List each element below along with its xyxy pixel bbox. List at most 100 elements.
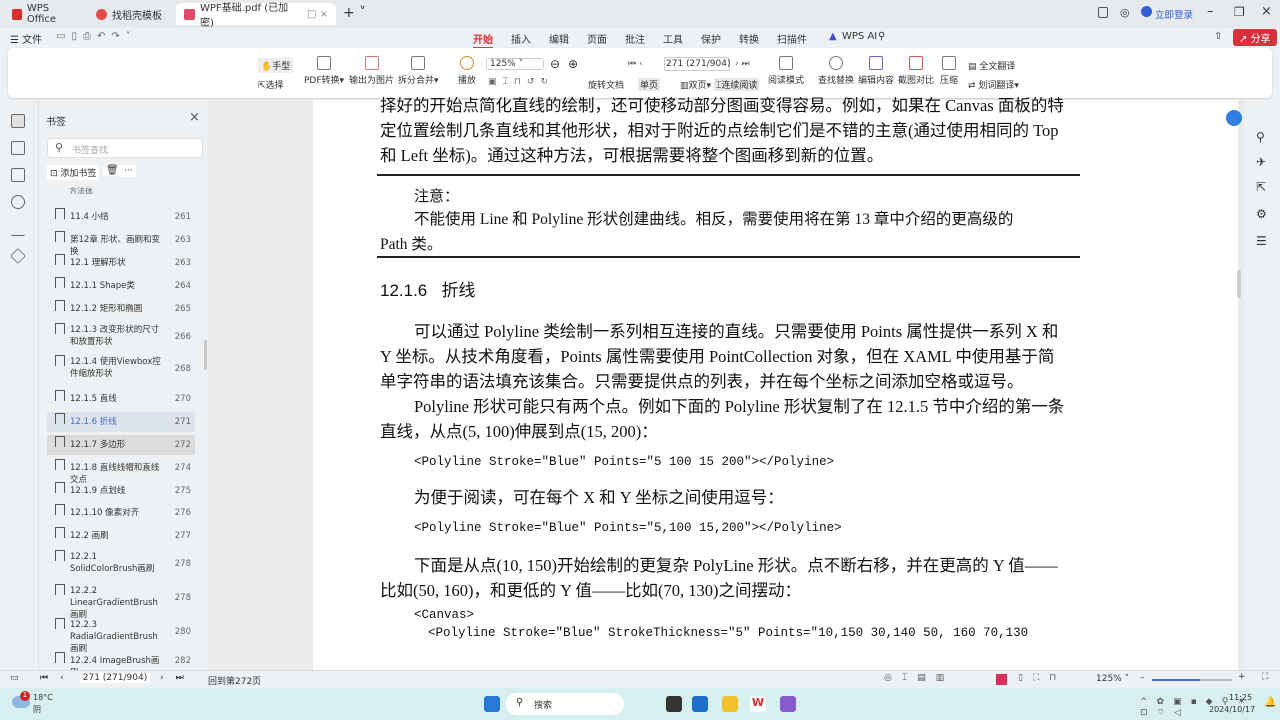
thumbnail-icon[interactable]	[11, 141, 25, 155]
menu-page[interactable]: 页面	[587, 31, 607, 46]
fit-icons[interactable]: ▣⌶⊓↺↻	[488, 77, 554, 87]
fit-icons[interactable]: ▯⛶⊓	[1018, 673, 1066, 683]
new-tab-icon[interactable]: + ˅	[343, 5, 366, 21]
wps-ai-button[interactable]: WPS AI	[842, 31, 877, 42]
bookmark-item[interactable]: 12.2 画刷 277	[47, 526, 195, 546]
page-input[interactable]: 271 (271/904)	[664, 57, 730, 71]
bookmark-search-input[interactable]: ⚲ 书签查找	[47, 138, 203, 158]
notification-icon[interactable]: 🔔	[1264, 697, 1276, 708]
screenshot-compare-button[interactable]: 截图对比	[898, 56, 934, 86]
close-panel-icon[interactable]: ×	[189, 110, 200, 125]
settings-icon[interactable]: ⚙	[1256, 207, 1267, 221]
pdf-convert-button[interactable]: PDF转换▾	[304, 56, 344, 86]
login-link[interactable]: 立即登录	[1155, 7, 1193, 21]
nav-icon[interactable]: ✈	[1256, 155, 1266, 169]
select-icon[interactable]: ⇱	[1256, 180, 1266, 194]
search-icon[interactable]: ⚲	[1256, 130, 1265, 144]
zoom-slider[interactable]	[1152, 679, 1232, 681]
restore-button[interactable]: ❐	[1234, 5, 1245, 19]
back-to-page-link[interactable]: 回到第272页	[208, 674, 261, 687]
compress-button[interactable]: 压缩	[940, 56, 958, 86]
bookmark-item[interactable]: 12.1.4 使用Viewbox控件缩放形状 268	[47, 354, 195, 382]
view-mode-icons[interactable]: ◎⌶▤▥	[884, 673, 954, 683]
zoom-in-icon[interactable]: ⊕	[568, 57, 578, 71]
menu-convert[interactable]: 转换	[739, 31, 759, 46]
fullscreen-icon[interactable]: ⛶	[1262, 672, 1268, 682]
search-icon[interactable]: ⚲	[878, 31, 885, 42]
menu-insert[interactable]: 插入	[511, 31, 531, 46]
document-scrollbar[interactable]	[1237, 270, 1241, 298]
first-page-icon[interactable]: ⏮ ‹	[628, 59, 643, 69]
bookmark-item[interactable]: 12.1.5 直线 270	[47, 389, 195, 409]
taskbar-search[interactable]: ⚲ 搜索	[506, 693, 624, 715]
edit-content-button[interactable]: 编辑内容	[858, 56, 894, 86]
menu-comment[interactable]: 批注	[625, 31, 645, 46]
zoom-out-button[interactable]: –	[1140, 673, 1145, 683]
delete-bookmark-icon[interactable]: 🗑	[103, 165, 122, 176]
add-bookmark-button[interactable]: ⊡ 添加书签	[47, 165, 100, 180]
share-button[interactable]: ↗ 分享	[1233, 29, 1277, 46]
store-icon[interactable]	[692, 696, 708, 712]
menu-scan[interactable]: 扫描件	[777, 31, 807, 46]
windows-start-icon[interactable]	[484, 696, 500, 712]
bookmark-item[interactable]: 11.4 小结 261	[47, 207, 195, 227]
tab-pdf[interactable]: WPF基础.pdf (已加密) □ ×	[176, 3, 336, 29]
minimize-button[interactable]: –	[1207, 4, 1214, 19]
bookmark-item[interactable]: 12.1.7 多边形 272	[47, 435, 195, 455]
read-mode-button[interactable]: 阅读模式	[768, 56, 804, 86]
toggle-sidebar-icon[interactable]: ▭	[10, 673, 19, 683]
export-image-button[interactable]: 输出为图片	[349, 56, 394, 86]
panel-scrollbar[interactable]	[204, 340, 207, 370]
bookmark-item[interactable]: 12.1.9 点划线 275	[47, 481, 195, 501]
bookmark-item[interactable]: 12.1.1 Shape类 264	[47, 276, 195, 296]
double-page-button[interactable]: ▥双页▾	[680, 78, 711, 91]
bookmark-item[interactable]: 12.1.6 折线 271	[47, 412, 195, 432]
menu-edit[interactable]: 编辑	[549, 31, 569, 46]
layers-icon[interactable]	[10, 248, 26, 264]
select-tool-button[interactable]: ⇱选择	[258, 78, 284, 91]
zoom-in-button[interactable]: +	[1238, 672, 1246, 682]
play-button[interactable]: 播放	[458, 56, 476, 86]
status-zoom-select[interactable]: 125% ˅	[1096, 674, 1129, 684]
continuous-read-button[interactable]: ⌶连续阅读	[714, 78, 760, 91]
bookmark-item[interactable]: 12.1.2 矩形和椭圆 265	[47, 299, 195, 319]
close-window-button[interactable]: ×	[1261, 4, 1272, 19]
status-page-input[interactable]: 271 (271/904)	[80, 673, 150, 683]
signature-icon[interactable]	[11, 222, 25, 236]
comment-icon[interactable]	[11, 168, 25, 182]
single-page-button[interactable]: 单页	[638, 78, 661, 91]
float-tool-icon[interactable]	[1226, 110, 1242, 126]
bookmark-panel-icon[interactable]	[11, 114, 25, 128]
bookmark-item[interactable]: 12.1 理解形状 263	[47, 253, 195, 273]
bookmark-item[interactable]: 12.1.3 改变形状的尺寸和放置形状 266	[47, 322, 195, 350]
upload-icon[interactable]: ⇧	[1214, 31, 1222, 42]
find-replace-button[interactable]: 查找替换	[818, 56, 854, 86]
next-page-icons[interactable]: ›⏭	[160, 673, 196, 683]
full-translate-button[interactable]: ▤ 全文翻译	[968, 59, 1015, 72]
tab-wps-office[interactable]: WPS Office	[4, 3, 84, 25]
bookmark-item[interactable]: 12.1.10 像素对齐 276	[47, 503, 195, 523]
zoom-select[interactable]: 125% ˅	[486, 58, 544, 70]
layers-icon[interactable]: ☰	[1256, 234, 1267, 248]
bookmark-item[interactable]: 12.2.1 SolidColorBrush画刷 278	[47, 549, 195, 577]
menu-start[interactable]: 开始	[473, 31, 493, 49]
visual-studio-icon[interactable]	[780, 696, 796, 712]
tab-template[interactable]: 找稻壳模板	[88, 3, 173, 25]
layout-icon[interactable]	[1098, 7, 1108, 18]
play-icon[interactable]	[996, 674, 1007, 685]
attachment-icon[interactable]	[11, 195, 25, 209]
menu-tools[interactable]: 工具	[663, 31, 683, 46]
rotate-doc-button[interactable]: 旋转文档	[588, 78, 624, 91]
next-page-icon[interactable]: › ⏭	[735, 59, 750, 69]
skin-icon[interactable]: ◎	[1120, 6, 1130, 19]
word-translate-button[interactable]: ⇄ 划词翻译▾	[968, 78, 1019, 91]
prev-page-icons[interactable]: ⏮‹	[40, 673, 76, 683]
quick-access-icons[interactable]: ▭▯⎙↶↷˅	[56, 31, 137, 42]
wps-taskbar-icon[interactable]: W	[750, 696, 766, 712]
more-button[interactable]: ···	[121, 165, 136, 177]
terminal-icon[interactable]	[666, 696, 682, 712]
close-tab-icon[interactable]: □ ×	[307, 9, 328, 20]
split-merge-button[interactable]: 拆分合并▾	[398, 56, 439, 86]
zoom-out-icon[interactable]: ⊖	[550, 57, 560, 71]
hand-tool-button[interactable]: ✋手型	[258, 58, 294, 73]
